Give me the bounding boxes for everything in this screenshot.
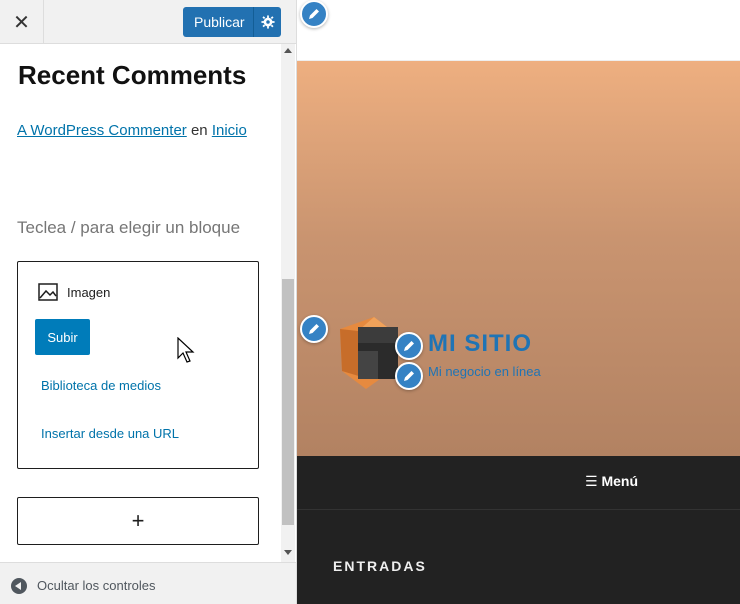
- scroll-up-icon[interactable]: [284, 48, 292, 53]
- pencil-icon: [404, 371, 414, 381]
- panel-scroll-area[interactable]: Recent Comments A WordPress Commenter en…: [0, 44, 280, 562]
- close-button[interactable]: ✕: [0, 0, 44, 44]
- recent-comment-item: A WordPress Commenter en Inicio: [17, 122, 247, 139]
- collapse-icon: [11, 578, 27, 594]
- publish-button-group: Publicar: [183, 7, 281, 37]
- image-block-label: Imagen: [67, 285, 111, 300]
- panel-header: ✕ Publicar: [0, 0, 296, 44]
- insert-from-url-link[interactable]: Insertar desde una URL: [41, 426, 179, 441]
- pencil-icon: [404, 341, 414, 351]
- add-block-button[interactable]: +: [17, 497, 259, 545]
- customizer-window: ✕ Publicar Recent Comments A WordPress C…: [0, 0, 740, 604]
- section-heading: ENTRADAS: [333, 558, 427, 574]
- hide-controls-button[interactable]: Ocultar los controles: [0, 562, 296, 604]
- preview-top-bar: [297, 0, 740, 61]
- panel-scrollbar[interactable]: [281, 44, 295, 562]
- edit-shortcut-logo[interactable]: [300, 315, 328, 343]
- comment-post-link[interactable]: Inicio: [212, 122, 247, 139]
- edit-shortcut-header[interactable]: [300, 0, 328, 28]
- gear-icon: [260, 15, 275, 29]
- scrollbar-thumb[interactable]: [282, 279, 294, 525]
- content-area: ENTRADAS: [297, 510, 740, 604]
- customizer-panel: ✕ Publicar Recent Comments A WordPress C…: [0, 0, 297, 604]
- edit-shortcut-tagline[interactable]: [395, 362, 423, 390]
- site-preview[interactable]: MI SITIO Mi negocio en línea ☰ Menú ENTR…: [297, 0, 740, 604]
- publish-settings-button[interactable]: [253, 7, 281, 37]
- pencil-icon: [309, 324, 319, 334]
- menu-toggle-button[interactable]: ☰ Menú: [585, 473, 638, 490]
- edit-shortcut-site-title[interactable]: [395, 332, 423, 360]
- scroll-down-icon[interactable]: [284, 550, 292, 555]
- media-library-link[interactable]: Biblioteca de medios: [41, 378, 161, 393]
- menu-label: Menú: [601, 473, 639, 489]
- site-logo[interactable]: [338, 317, 400, 389]
- image-icon: [38, 283, 58, 301]
- widget-title: Recent Comments: [18, 60, 247, 90]
- hide-controls-label: Ocultar los controles: [37, 578, 156, 593]
- pencil-icon: [309, 9, 319, 19]
- site-navigation: ☰ Menú: [297, 456, 740, 510]
- block-placeholder[interactable]: Teclea / para elegir un bloque: [17, 218, 240, 238]
- comment-connector: en: [190, 122, 208, 139]
- header-hero-image: [297, 61, 740, 456]
- image-block[interactable]: Imagen Subir Biblioteca de medios Insert…: [17, 261, 259, 469]
- site-tagline[interactable]: Mi negocio en línea: [428, 364, 541, 379]
- close-icon: ✕: [13, 11, 30, 34]
- comment-author-link[interactable]: A WordPress Commenter: [17, 122, 187, 139]
- site-title[interactable]: MI SITIO: [428, 330, 532, 358]
- mouse-cursor-icon: [177, 337, 195, 363]
- upload-button[interactable]: Subir: [35, 319, 90, 355]
- publish-button[interactable]: Publicar: [194, 14, 245, 30]
- hamburger-icon: ☰: [585, 473, 598, 489]
